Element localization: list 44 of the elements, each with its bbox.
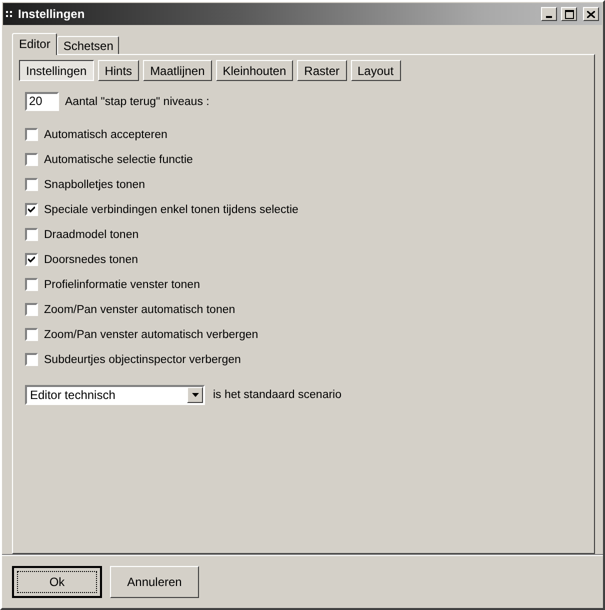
minimize-button[interactable] [541,7,557,21]
checkmark-icon [28,256,35,263]
subtab-button[interactable]: Kleinhouten [216,60,294,81]
close-button[interactable] [583,7,599,21]
checkbox-label: Subdeurtjes objectinspector verbergen [44,354,241,366]
subtab-button[interactable]: Layout [350,60,401,81]
checkbox-label: Profielinformatie venster tonen [44,278,200,290]
checkbox[interactable] [25,253,38,266]
checkbox[interactable] [25,328,38,341]
undo-levels-field[interactable]: 20 [25,92,59,111]
checkbox-label: Speciale verbindingen enkel tonen tijdens selectie [44,204,298,216]
scenario-dropdown[interactable]: Editor technisch [25,385,205,405]
checkbox-label: Snapbolletjes tonen [44,178,146,190]
dialog-button[interactable]: Ok [12,566,102,598]
window-title: Instellingen [18,7,86,21]
maximize-icon [564,10,574,18]
tab[interactable]: Editor [12,33,58,55]
tab[interactable]: Schetsen [57,36,120,54]
checkbox[interactable] [25,303,38,316]
scenario-label: is het standaard scenario [213,389,342,401]
app-icon [6,11,14,17]
undo-levels-label: Aantal "stap terug" niveaus : [65,96,210,108]
subtab-button[interactable]: Raster [297,60,346,81]
checkbox-label: Zoom/Pan venster automatisch tonen [44,304,236,316]
checkbox[interactable] [25,228,38,241]
maximize-button[interactable] [561,7,577,21]
checkbox-label: Draadmodel tonen [44,228,139,240]
checkbox[interactable] [25,178,38,191]
checkbox[interactable] [25,153,38,166]
checkmark-icon [28,206,35,213]
checkbox[interactable] [25,353,38,366]
checkbox[interactable] [25,278,38,291]
dialog-button[interactable]: Annuleren [110,566,199,598]
close-icon [587,10,595,18]
subtab-button[interactable]: Hints [98,60,140,81]
subtab-button[interactable]: Maatlijnen [143,60,212,81]
checkbox[interactable] [25,128,38,141]
checkbox-label: Doorsnedes tonen [44,254,138,266]
checkbox-label: Zoom/Pan venster automatisch verbergen [44,328,258,340]
checkbox-label: Automatisch accepteren [44,128,168,140]
dropdown-arrow-icon [192,393,198,397]
subtab-button[interactable]: Instellingen [19,60,94,81]
checkbox[interactable] [25,203,38,216]
checkbox-label: Automatische selectie functie [44,154,193,166]
